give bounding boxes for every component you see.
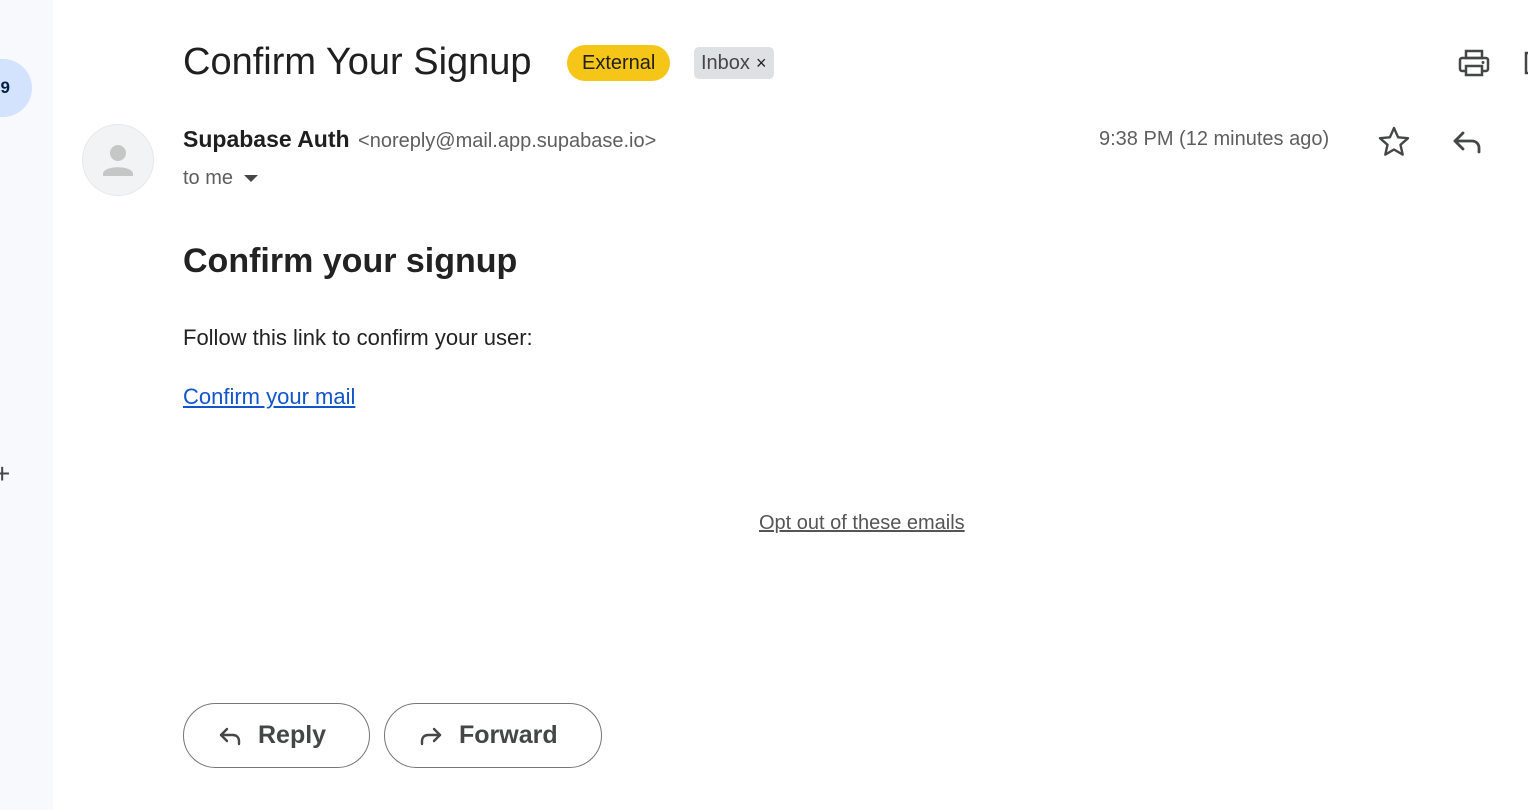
sender-email: <noreply@mail.app.supabase.io> xyxy=(358,130,657,152)
star-button[interactable] xyxy=(1374,122,1414,162)
left-rail: 9 + xyxy=(0,0,53,810)
inbox-label-text: Inbox xyxy=(701,51,750,74)
add-icon[interactable]: + xyxy=(0,460,10,488)
forward-button-label: Forward xyxy=(459,721,558,749)
external-label-text: External xyxy=(582,51,656,74)
recipient-text: to me xyxy=(183,166,234,189)
external-label-chip: External xyxy=(567,45,671,81)
unread-count: 9 xyxy=(0,78,10,97)
reply-button-label: Reply xyxy=(258,721,327,749)
star-icon xyxy=(1378,126,1410,156)
message-text: Follow this link to confirm your user: xyxy=(183,325,533,350)
reply-icon xyxy=(1453,131,1481,154)
inbox-label-chip[interactable]: Inbox × xyxy=(694,47,775,79)
reply-icon-button[interactable] xyxy=(1446,122,1486,162)
sender-avatar[interactable] xyxy=(82,124,154,196)
sender-name[interactable]: Supabase Auth xyxy=(183,126,350,152)
opt-out-link[interactable]: Opt out of these emails xyxy=(759,512,965,535)
print-icon xyxy=(1458,49,1490,77)
remove-label-icon[interactable]: × xyxy=(756,54,767,72)
open-new-window-icon xyxy=(1524,51,1528,75)
unread-count-badge[interactable]: 9 xyxy=(0,59,32,117)
confirm-mail-link[interactable]: Confirm your mail xyxy=(183,384,355,410)
message-heading: Confirm your signup xyxy=(183,242,518,280)
sender-line: Supabase Auth <noreply@mail.app.supabase… xyxy=(183,126,656,153)
reply-button[interactable]: Reply xyxy=(183,703,370,768)
email-view: 9 + Confirm Your Signup External Inbox ×… xyxy=(0,0,1528,810)
email-subject: Confirm Your Signup xyxy=(183,41,532,83)
reply-icon xyxy=(219,727,241,745)
open-in-new-window-button[interactable] xyxy=(1518,45,1528,81)
forward-icon xyxy=(420,727,442,745)
recipient-details-toggle[interactable]: to me xyxy=(183,165,261,191)
message-timestamp: 9:38 PM (12 minutes ago) xyxy=(1099,128,1330,150)
dropdown-arrow-icon xyxy=(244,175,259,182)
forward-button[interactable]: Forward xyxy=(384,703,602,768)
print-button[interactable] xyxy=(1456,45,1492,81)
person-icon xyxy=(103,145,133,176)
